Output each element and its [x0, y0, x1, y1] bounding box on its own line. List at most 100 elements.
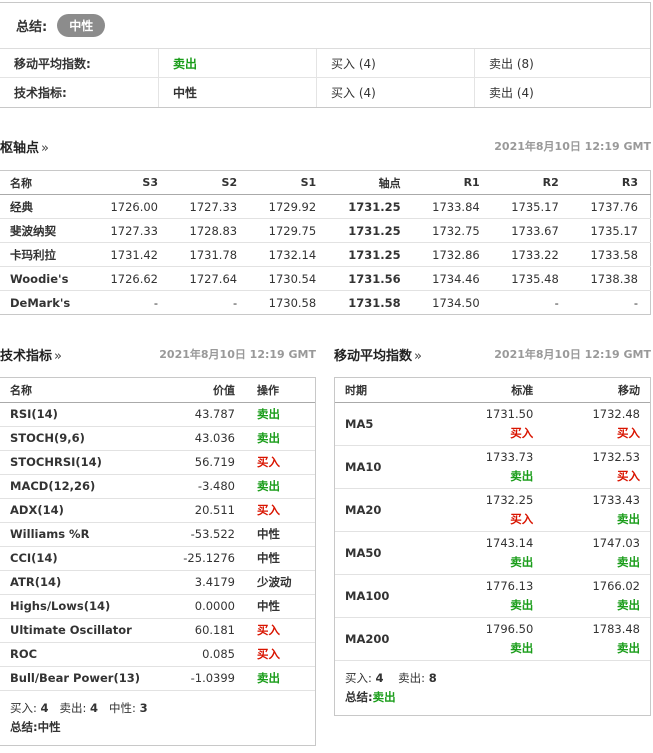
ma-period: MA10 [335, 445, 437, 489]
summary-panel: 总结: 中性 移动平均指数: 卖出 买入 (4) 卖出 (8) 技术指标: 中性… [0, 2, 651, 108]
ma-exp-signal: 卖出 [617, 554, 640, 569]
tech-summary-value: 中性 [37, 719, 61, 734]
ma-simple-signal: 卖出 [510, 554, 534, 569]
tech-row: Williams %R -53.522 中性 [0, 522, 315, 547]
ma-simple-value: 1733.73 [485, 449, 534, 464]
ma-exp-value: 1747.03 [592, 535, 640, 550]
col-header: S3 [90, 170, 170, 195]
ma-simple-signal: 卖出 [510, 597, 534, 612]
ma-exp-value: 1783.48 [592, 621, 640, 636]
ma-buy-count: 4 [375, 670, 384, 685]
tech-neutral-label: 中性: [109, 700, 136, 715]
pivot-row: 经典 1726.00 1727.33 1729.92 1731.25 1733.84 173… [0, 194, 651, 219]
summary-label: 总结: [16, 20, 48, 35]
ma-exp-cell: 1766.02 卖出 [543, 574, 650, 618]
ma-simple-cell: 1796.50 卖出 [436, 617, 544, 661]
col-header: 名称 [0, 378, 167, 403]
indicator-value: -53.522 [166, 522, 249, 547]
pivot-cell: 1727.33 [90, 218, 170, 243]
ma-period: MA20 [335, 488, 437, 532]
ma-period: MA5 [335, 402, 437, 446]
col-header: 标准 [436, 378, 544, 403]
pivot-row-name: DeMark's [10, 295, 71, 310]
pivot-row: 斐波纳契 1727.33 1728.83 1729.75 1731.25 1732.75 1… [0, 218, 651, 243]
ma-exp-signal: 卖出 [617, 640, 640, 655]
pivot-cell: 1727.64 [170, 266, 250, 291]
col-header: R1 [412, 170, 492, 195]
ma-row: MA10 1733.73 卖出 1732.53 买入 [335, 445, 650, 489]
ma-summary-value: 卖出 [372, 689, 396, 704]
indicator-name: STOCH(9,6) [0, 426, 167, 451]
indicator-name: Highs/Lows(14) [0, 594, 167, 619]
ma-simple-cell: 1733.73 卖出 [436, 445, 544, 489]
summary-row-name: 移动平均指数: [14, 56, 91, 71]
pivot-cell: 1732.86 [412, 242, 492, 267]
ma-timestamp: 2021年8月10日 12:19 GMT [494, 348, 651, 361]
indicator-action: 少波动 [249, 570, 315, 595]
indicator-value: 43.787 [166, 402, 249, 427]
ma-simple-value: 1776.13 [485, 578, 534, 593]
pivot-cell: 1731.25 [328, 242, 413, 267]
indicator-name: ROC [0, 642, 167, 667]
summary-row-sell: 卖出 (4) [474, 78, 650, 107]
ma-sell-count: 8 [428, 670, 437, 685]
indicator-value: -3.480 [166, 474, 249, 499]
ma-exp-cell: 1783.48 卖出 [543, 617, 650, 661]
pivot-cell: 1733.67 [491, 218, 571, 243]
ma-header: 移动平均指数» 2021年8月10日 12:19 GMT [334, 344, 651, 364]
summary-row-ma: 移动平均指数: 卖出 买入 (4) 卖出 (8) [0, 49, 650, 78]
indicator-action: 卖出 [249, 666, 315, 691]
ma-title-link[interactable]: 移动平均指数» [334, 345, 422, 364]
indicator-name: MACD(12,26) [0, 474, 167, 499]
ma-table: 时期 标准 移动 MA5 1731.50 买入 1732.48 买入 MA10 1733.7… [335, 378, 650, 661]
indicator-value: 0.0000 [166, 594, 249, 619]
ma-period: MA50 [335, 531, 437, 575]
tech-buy-count: 4 [40, 700, 49, 715]
pivot-title-link[interactable]: 枢轴点» [0, 137, 49, 156]
ma-exp-cell: 1733.43 卖出 [543, 488, 650, 532]
indicator-action: 卖出 [249, 402, 315, 427]
summary-row-name: 技术指标: [14, 86, 67, 100]
tech-header: 技术指标» 2021年8月10日 12:19 GMT [0, 344, 316, 364]
pivot-cell: 1735.17 [570, 218, 651, 243]
pivot-cell: 1737.76 [570, 194, 651, 219]
ma-row: MA20 1732.25 买入 1733.43 卖出 [335, 488, 650, 532]
col-header: 操作 [249, 378, 315, 403]
tech-buy-label: 买入: [10, 700, 37, 715]
pivot-row-name: 经典 [0, 194, 91, 219]
indicator-action: 中性 [249, 522, 315, 547]
indicator-name: Ultimate Oscillator [0, 618, 167, 643]
summary-row-verdict: 中性 [158, 78, 316, 107]
tech-title-link[interactable]: 技术指标» [0, 345, 62, 364]
pivot-cell: 1732.75 [412, 218, 492, 243]
summary-row-sell: 卖出 (8) [474, 49, 650, 77]
indicator-action: 卖出 [249, 474, 315, 499]
tech-header-row: 名称 价值 操作 [0, 378, 315, 403]
pivot-cell: 1731.25 [328, 194, 413, 219]
tech-panel: 名称 价值 操作 RSI(14) 43.787 卖出 STOCH(9,6) 43.036… [0, 377, 316, 746]
indicator-name: ATR(14) [0, 570, 167, 595]
ma-row: MA50 1743.14 卖出 1747.03 卖出 [335, 531, 650, 575]
tech-row: Bull/Bear Power(13) -1.0399 卖出 [0, 666, 315, 691]
col-header: 轴点 [328, 170, 413, 195]
tech-neutral-count: 3 [139, 700, 148, 715]
pivot-timestamp: 2021年8月10日 12:19 GMT [494, 140, 651, 153]
ma-summary-label: 总结: [345, 689, 373, 704]
pivot-cell: 1729.75 [249, 218, 329, 243]
tech-row: Highs/Lows(14) 0.0000 中性 [0, 594, 315, 619]
tech-row: MACD(12,26) -3.480 卖出 [0, 474, 315, 499]
tech-row: ATR(14) 3.4179 少波动 [0, 570, 315, 595]
indicator-action: 中性 [249, 594, 315, 619]
pivot-cell: 1731.78 [170, 242, 250, 267]
ma-simple-cell: 1776.13 卖出 [436, 574, 544, 618]
ma-period: MA100 [335, 574, 437, 618]
indicator-value: -25.1276 [166, 546, 249, 571]
ma-simple-cell: 1743.14 卖出 [436, 531, 544, 575]
pivot-cell: 1738.38 [570, 266, 651, 291]
pivot-row: Woodie's 1726.62 1727.64 1730.54 1731.56 1734… [0, 266, 651, 291]
indicator-value: -1.0399 [166, 666, 249, 691]
ma-exp-value: 1733.43 [592, 492, 640, 507]
ma-simple-signal: 买入 [510, 425, 534, 440]
ma-panel: 时期 标准 移动 MA5 1731.50 买入 1732.48 买入 MA10 1733.7… [334, 377, 651, 716]
pivot-cell: 1728.83 [170, 218, 250, 243]
